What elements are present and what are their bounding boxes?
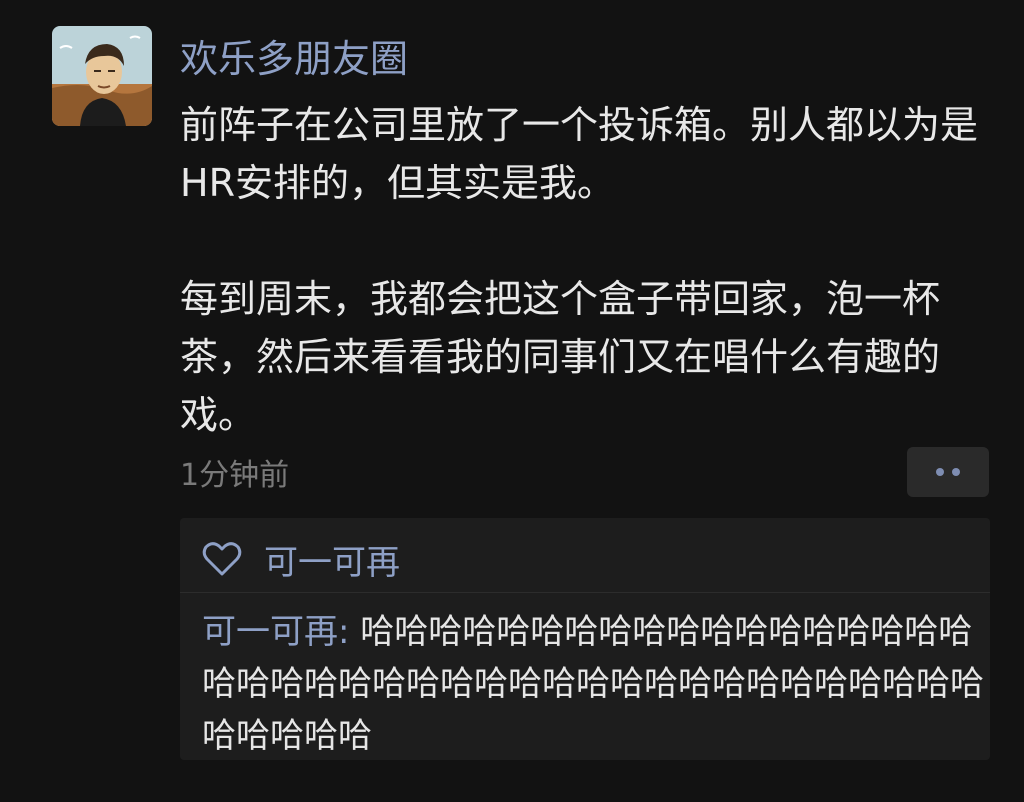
author-name[interactable]: 欢乐多朋友圈	[180, 36, 408, 82]
two-dots-icon	[952, 468, 960, 476]
cartoon-man-avatar-icon	[52, 26, 152, 126]
divider	[180, 592, 990, 593]
likes-row: 可一可再	[202, 534, 400, 584]
two-dots-icon	[936, 468, 944, 476]
post-paragraph: 前阵子在公司里放了一个投诉箱。别人都以为是HR安排的，但其实是我。	[180, 103, 979, 205]
comment[interactable]: 可一可再: 哈哈哈哈哈哈哈哈哈哈哈哈哈哈哈哈哈哈哈哈哈哈哈哈哈哈哈哈哈哈哈哈哈哈…	[202, 606, 984, 762]
avatar[interactable]	[52, 26, 152, 126]
comment-separator: :	[338, 612, 361, 652]
post-paragraph: 每到周末，我都会把这个盒子带回家，泡一杯茶，然后来看看我的同事们又在唱什么有趣的…	[180, 277, 941, 437]
interaction-panel: 可一可再 可一可再: 哈哈哈哈哈哈哈哈哈哈哈哈哈哈哈哈哈哈哈哈哈哈哈哈哈哈哈哈哈…	[180, 518, 990, 760]
more-actions-button[interactable]	[907, 447, 989, 497]
post-content: 前阵子在公司里放了一个投诉箱。别人都以为是HR安排的，但其实是我。 每到周末，我…	[180, 96, 990, 444]
liker-name[interactable]: 可一可再	[264, 535, 400, 584]
comment-author[interactable]: 可一可再	[202, 612, 338, 652]
heart-outline-icon	[202, 542, 242, 576]
post-time: 1分钟前	[180, 458, 290, 493]
